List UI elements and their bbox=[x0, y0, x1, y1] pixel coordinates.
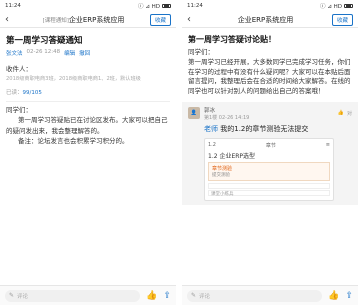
bottom-bar: ✎ 评论 👍 ⇪ bbox=[0, 285, 176, 305]
back-icon[interactable]: ‹ bbox=[187, 14, 199, 25]
comment-input[interactable]: ✎ 评论 bbox=[5, 289, 141, 302]
read-label: 已读： bbox=[6, 89, 23, 96]
back-icon[interactable]: ‹ bbox=[5, 14, 17, 25]
discussion-content: 第一周学习答疑讨论贴！ 同学们： 第一周学习已经开展，大多数同学已完成学习任务，… bbox=[182, 28, 358, 211]
page-title: 企业ERP系统应用 bbox=[237, 15, 294, 24]
attachment-section: 章节 bbox=[265, 142, 276, 149]
attachment-back: 1.2 bbox=[208, 141, 216, 148]
comment-input[interactable]: ✎ 评论 bbox=[187, 289, 323, 302]
like-icon[interactable]: 👍 bbox=[146, 291, 157, 301]
like-icon[interactable]: 👍 bbox=[328, 291, 339, 301]
pencil-icon: ✎ bbox=[9, 292, 15, 299]
status-time: 11:24 bbox=[5, 3, 21, 9]
notice-title: 第一周学习答疑通知 bbox=[6, 36, 83, 46]
comment-section: 👤 郭冰 第1楼 02-26 14:19 👍 对 老师 我的1.2的章节测验无法… bbox=[182, 101, 358, 205]
share-icon[interactable]: ⇪ bbox=[163, 291, 171, 301]
comment-attachment-image[interactable]: 1.2 章节 ≡ 1.2 企业ERP选型 章节测验 提交测验 课堂小练兵 bbox=[204, 137, 334, 201]
notice-tag: [课程通知] bbox=[42, 17, 69, 24]
attachment-header: 1.2 章节 ≡ bbox=[208, 142, 330, 149]
floor-number: 第1楼 bbox=[204, 114, 218, 121]
reply-button[interactable]: 对 bbox=[347, 110, 352, 117]
commenter-name: 郭冰 bbox=[204, 107, 216, 114]
read-status[interactable]: 已读：99/105 bbox=[6, 88, 170, 96]
course-title: 企业ERP系统应用 bbox=[68, 15, 125, 24]
thumbs-up-icon[interactable]: 👍 bbox=[338, 110, 344, 116]
favorite-button[interactable]: 收藏 bbox=[149, 13, 171, 26]
body-paragraph-1: 第一周学习答疑贴已在讨论区发布。大家可以把自己的疑问发出来，我会整理解答的。 bbox=[6, 116, 168, 135]
status-time: 11:24 bbox=[187, 3, 203, 9]
attachment-card: 章节测验 提交测验 bbox=[208, 161, 330, 181]
comment-placeholder: 评论 bbox=[199, 293, 211, 300]
recipients-label: 收件人： bbox=[6, 65, 32, 73]
discussion-body: 同学们： 第一周学习已经开展，大多数同学已完成学习任务，你们在学习的过程中有没有… bbox=[188, 48, 352, 97]
edit-link[interactable]: 编辑 bbox=[64, 49, 75, 57]
attachment-line bbox=[208, 182, 330, 189]
body-paragraph-2: 备注：论坛发言也会积累学习积分的。 bbox=[18, 136, 129, 145]
greeting: 同学们： bbox=[188, 48, 214, 56]
status-bar: 11:24 ⓘ ⊿ HD bbox=[0, 0, 176, 12]
comment-actions: 👍 对 bbox=[338, 110, 352, 117]
left-screen: 11:24 ⓘ ⊿ HD ‹ [课程通知]企业ERP系统应用 收藏 第一周学习答… bbox=[0, 0, 176, 305]
status-icons: ⓘ ⊿ HD bbox=[138, 2, 171, 10]
battery-icon bbox=[344, 3, 353, 9]
commenter-info: 郭冰 第1楼 02-26 14:19 bbox=[204, 106, 334, 121]
attachment-line: 课堂小练兵 bbox=[208, 189, 330, 197]
share-icon[interactable]: ⇪ bbox=[345, 291, 353, 301]
divider bbox=[6, 100, 170, 102]
battery-icon bbox=[162, 3, 171, 9]
author-name[interactable]: 张文法 bbox=[6, 49, 23, 57]
status-icons: ⓘ ⊿ HD bbox=[320, 2, 353, 10]
nav-bar: ‹ 企业ERP系统应用 收藏 bbox=[182, 12, 358, 28]
attachment-menu-icon: ≡ bbox=[325, 141, 330, 148]
withdraw-link[interactable]: 撤回 bbox=[79, 49, 90, 57]
comment-time: 02-26 14:19 bbox=[218, 114, 250, 121]
attachment-card-line: 提交测验 bbox=[212, 172, 230, 178]
bottom-bar: ✎ 评论 👍 ⇪ bbox=[182, 285, 358, 305]
favorite-button[interactable]: 收藏 bbox=[331, 13, 353, 26]
recipients-list: 2018级商职电商3班，2018级商职电商1、2班，默认班级 bbox=[6, 76, 141, 82]
notice-meta: 张文法 02-26 12:48 编辑 撤回 bbox=[6, 49, 170, 57]
pencil-icon: ✎ bbox=[191, 292, 197, 299]
notice-content: 第一周学习答疑通知 张文法 02-26 12:48 编辑 撤回 收件人： 201… bbox=[0, 28, 176, 152]
status-bar: 11:24 ⓘ ⊿ HD bbox=[182, 0, 358, 12]
comment-floor: 第1楼 02-26 14:19 bbox=[204, 114, 334, 121]
right-screen: 11:24 ⓘ ⊿ HD ‹ 企业ERP系统应用 收藏 第一周学习答疑讨论贴！ … bbox=[182, 0, 358, 305]
signal-indicators: ⓘ ⊿ HD bbox=[138, 4, 160, 10]
comment-header: 👤 郭冰 第1楼 02-26 14:19 👍 对 bbox=[188, 106, 352, 121]
page-title: [课程通知]企业ERP系统应用 bbox=[17, 15, 150, 25]
attachment-card-head: 章节测验 bbox=[212, 165, 233, 172]
notice-body: 同学们： 第一周学习答疑贴已在讨论区发布。大家可以把自己的疑问发出来，我会整理解… bbox=[6, 105, 170, 145]
comment-text: 老师 我的1.2的章节测验无法提交 bbox=[204, 124, 352, 134]
greeting: 同学们： bbox=[6, 106, 32, 115]
post-date: 02-26 12:48 bbox=[26, 49, 61, 55]
read-count: 99/105 bbox=[22, 89, 42, 96]
body-text: 第一周学习已经开展，大多数同学已完成学习任务，你们在学习的过程中有没有什么疑问呢… bbox=[188, 57, 351, 95]
comment-body: 我的1.2的章节测验无法提交 bbox=[220, 124, 309, 133]
discussion-title: 第一周学习答疑讨论贴！ bbox=[188, 35, 276, 44]
nav-bar: ‹ [课程通知]企业ERP系统应用 收藏 bbox=[0, 12, 176, 28]
comment-placeholder: 评论 bbox=[17, 293, 29, 300]
mention: 老师 bbox=[204, 124, 218, 133]
attachment-title: 1.2 企业ERP选型 bbox=[208, 152, 256, 160]
avatar[interactable]: 👤 bbox=[188, 107, 200, 120]
signal-indicators: ⓘ ⊿ HD bbox=[320, 4, 342, 10]
